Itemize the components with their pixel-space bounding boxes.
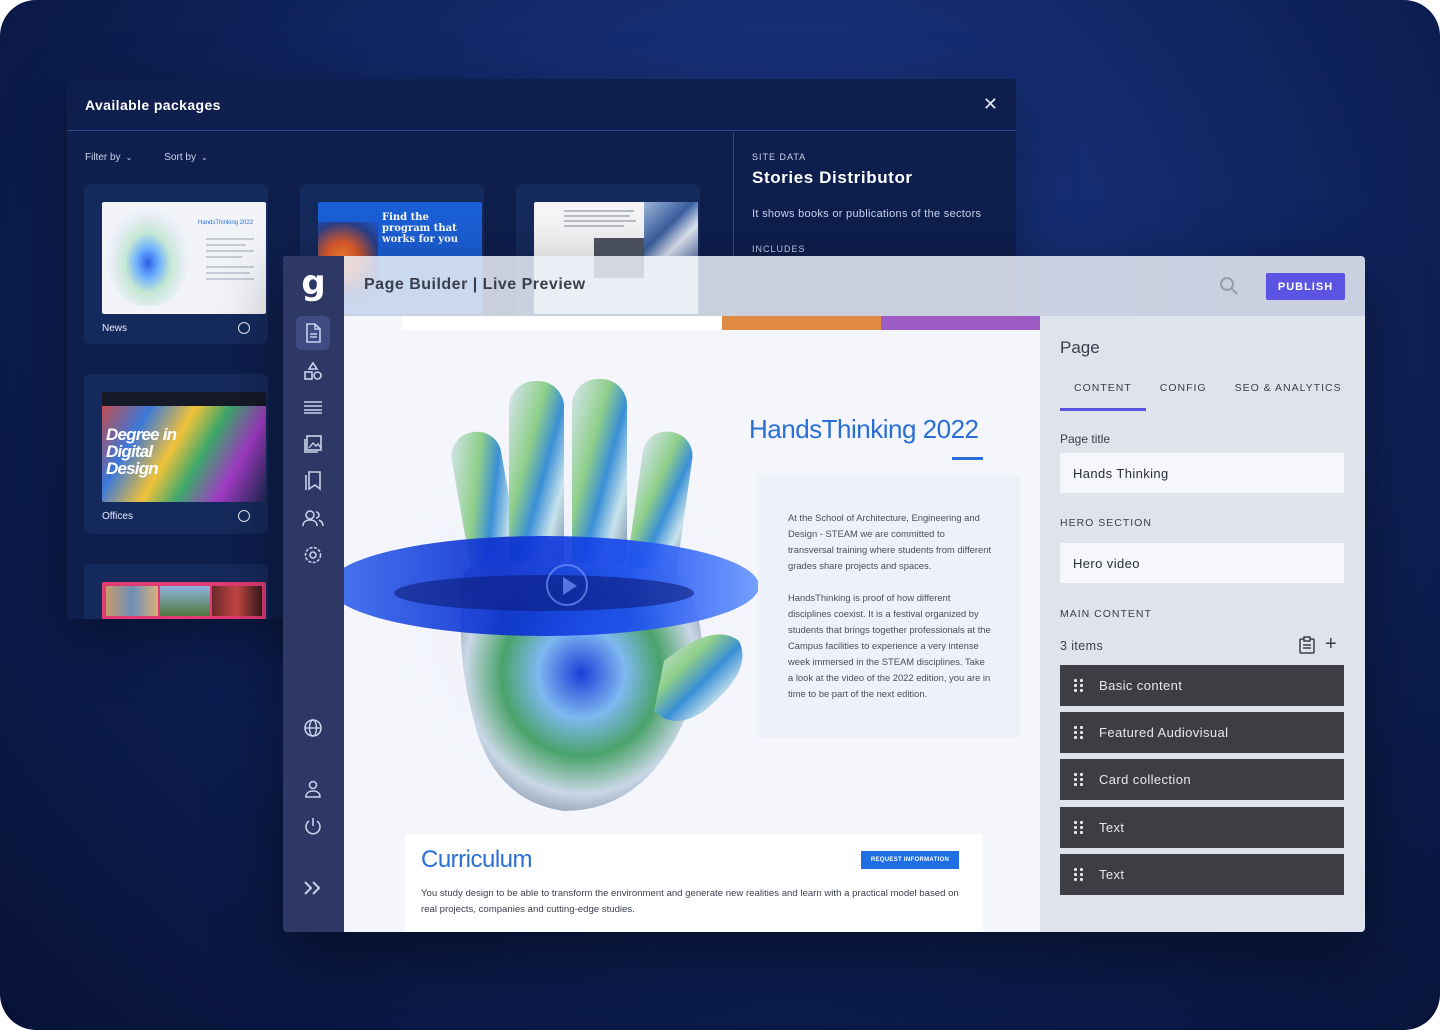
logo-box: g: [283, 256, 344, 316]
page-settings-panel: Page CONTENT CONFIG SEO & ANALYTICS Page…: [1040, 316, 1365, 932]
top-bar: g Page Builder | Live Preview PUBLISH: [283, 256, 1365, 316]
package-thumbnail: [102, 582, 266, 619]
image-icon[interactable]: [296, 427, 330, 461]
globe-icon[interactable]: [296, 711, 330, 745]
document-icon[interactable]: [296, 316, 330, 350]
hero-underline: [952, 457, 983, 460]
content-item-row[interactable]: Featured Audiovisual: [1060, 712, 1344, 753]
side-navigation: [283, 316, 344, 932]
preview-color-strip: [402, 316, 1040, 330]
sort-by-label: Sort by: [164, 152, 196, 163]
thumbnail-title: HandsThinking 2022: [198, 220, 254, 226]
package-radio[interactable]: [238, 322, 250, 334]
page-title-field[interactable]: [1060, 453, 1344, 493]
package-card-news[interactable]: HandsThinking 2022 News: [84, 184, 268, 344]
package-card-offices[interactable]: Degree in Digital Design Offices: [84, 374, 268, 534]
site-data-title: Stories Distributor: [752, 168, 913, 187]
power-icon[interactable]: [296, 809, 330, 843]
package-card-gallery[interactable]: [84, 564, 268, 619]
panel-tabs: CONTENT CONFIG SEO & ANALYTICS: [1060, 382, 1356, 411]
live-preview: HandsThinking 2022 At the School of Arch…: [344, 316, 1040, 932]
site-data-label: SITE DATA: [752, 152, 807, 162]
main-content-label: MAIN CONTENT: [1060, 608, 1152, 620]
content-item-row[interactable]: Basic content: [1060, 665, 1344, 706]
chevron-down-icon: ⌄: [200, 153, 208, 162]
play-video-button[interactable]: [546, 564, 588, 606]
filter-by-dropdown[interactable]: Filter by ⌄: [85, 152, 132, 163]
curriculum-card: Curriculum REQUEST INFORMATION You study…: [405, 834, 983, 932]
page-title-label: Page title: [1060, 432, 1111, 446]
content-item-row[interactable]: Card collection: [1060, 759, 1344, 800]
thumbnail-headline: Degree in Digital Design: [106, 425, 177, 478]
content-item-label: Text: [1099, 867, 1125, 882]
bookmark-icon[interactable]: [296, 464, 330, 498]
request-information-button[interactable]: REQUEST INFORMATION: [861, 851, 959, 869]
drag-handle-icon[interactable]: [1074, 679, 1083, 692]
items-count: 3 items: [1060, 639, 1104, 653]
hero-text-card: At the School of Architecture, Engineeri…: [758, 476, 1020, 738]
site-data-description: It shows books or publications of the se…: [752, 208, 982, 220]
close-icon[interactable]: ✕: [983, 94, 998, 115]
package-card-label: Offices: [102, 510, 133, 522]
user-icon[interactable]: [296, 772, 330, 806]
packages-header: Available packages ✕: [67, 79, 1016, 131]
content-item-label: Text: [1099, 820, 1125, 835]
logo: g: [301, 263, 326, 303]
tab-content[interactable]: CONTENT: [1060, 382, 1146, 411]
drag-handle-icon[interactable]: [1074, 773, 1083, 786]
page-title: Page Builder | Live Preview: [364, 276, 586, 293]
drag-handle-icon[interactable]: [1074, 821, 1083, 834]
add-item-icon[interactable]: +: [1325, 634, 1337, 654]
package-radio[interactable]: [238, 510, 250, 522]
content-item-label: Featured Audiovisual: [1099, 725, 1229, 740]
curriculum-text: You study design to be able to transform…: [421, 888, 959, 915]
package-card-label: News: [102, 322, 128, 334]
package-thumbnail: Degree in Digital Design: [102, 392, 266, 502]
tab-config[interactable]: CONFIG: [1146, 382, 1221, 411]
background-canvas: Available packages ✕ Filter by ⌄ Sort by…: [0, 0, 1440, 1030]
filter-by-label: Filter by: [85, 152, 121, 163]
menu-lines-icon[interactable]: [296, 390, 330, 424]
packages-title: Available packages: [85, 96, 221, 113]
clipboard-icon[interactable]: [1298, 636, 1316, 654]
page-builder-window: g Page Builder | Live Preview PUBLISH Ha…: [283, 256, 1365, 932]
expand-icon[interactable]: [296, 871, 330, 905]
hero-section-label: HERO SECTION: [1060, 517, 1152, 529]
hero-section-field[interactable]: [1060, 543, 1344, 583]
content-item-row[interactable]: Text: [1060, 807, 1344, 848]
sort-by-dropdown[interactable]: Sort by ⌄: [164, 152, 207, 163]
content-item-row[interactable]: Text: [1060, 854, 1344, 895]
panel-title: Page: [1060, 338, 1100, 357]
package-thumbnail: HandsThinking 2022: [102, 202, 266, 314]
content-item-label: Card collection: [1099, 772, 1191, 787]
hero-paragraph: HandsThinking is proof of how different …: [788, 592, 991, 699]
users-icon[interactable]: [296, 501, 330, 535]
hero-hand-image: [344, 376, 784, 841]
search-icon[interactable]: [1219, 276, 1239, 296]
includes-label: INCLUDES: [752, 244, 806, 254]
hero-title: HandsThinking 2022: [749, 414, 979, 444]
drag-handle-icon[interactable]: [1074, 868, 1083, 881]
shapes-icon[interactable]: [296, 354, 330, 388]
drag-handle-icon[interactable]: [1074, 726, 1083, 739]
thumbnail-headline: Find the program that works for you: [382, 212, 459, 245]
content-item-label: Basic content: [1099, 678, 1183, 693]
hero-paragraph: At the School of Architecture, Engineeri…: [788, 512, 992, 571]
chevron-down-icon: ⌄: [125, 153, 133, 162]
tab-seo-analytics[interactable]: SEO & ANALYTICS: [1221, 382, 1356, 411]
publish-button[interactable]: PUBLISH: [1266, 273, 1345, 300]
settings-icon[interactable]: [296, 538, 330, 572]
